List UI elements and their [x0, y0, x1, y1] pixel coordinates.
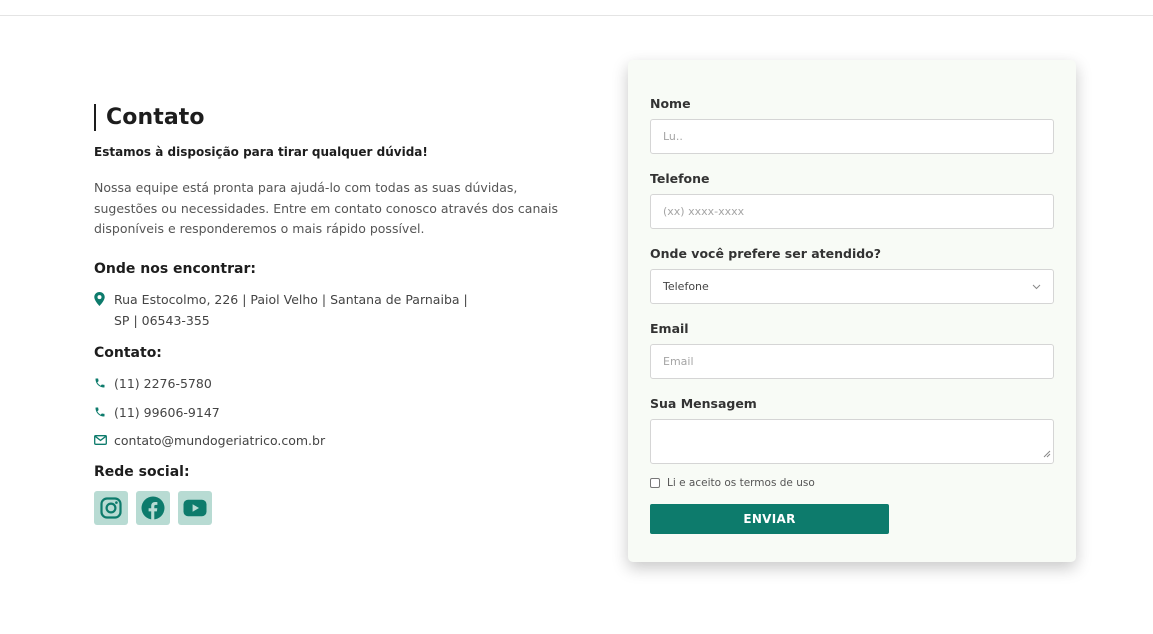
phone-text-2[interactable]: (11) 99606-9147 — [114, 402, 220, 423]
contact-form: Nome Lu.. Telefone (xx) xxxx-xxxx Onde v… — [650, 96, 1054, 534]
terms-label[interactable]: Li e aceito os termos de uso — [667, 477, 815, 489]
contact-info: Contato Estamos à disposição para tirar … — [94, 104, 574, 525]
phone-text-1[interactable]: (11) 2276-5780 — [114, 373, 212, 394]
youtube-link[interactable] — [178, 490, 212, 525]
message-textarea[interactable] — [650, 419, 1054, 464]
email-input[interactable]: Email — [650, 344, 1054, 379]
contact-subtitle: Estamos à disposição para tirar qualquer… — [94, 145, 428, 159]
page-title: Contato — [94, 104, 574, 131]
find-us-heading: Onde nos encontrar: — [94, 260, 256, 277]
facebook-icon — [141, 496, 165, 520]
submit-button[interactable]: ENVIAR — [650, 504, 889, 534]
social-heading: Rede social: — [94, 463, 190, 480]
address-row: Rua Estocolmo, 226 | Paiol Velho | Santa… — [94, 289, 474, 331]
contact-description: Nossa equipe está pronta para ajudá-lo c… — [94, 180, 559, 236]
social-links — [94, 490, 574, 525]
chevron-down-icon — [1032, 284, 1041, 290]
phone-icon — [94, 402, 114, 423]
name-input[interactable]: Lu.. — [650, 119, 1054, 154]
address-text: Rua Estocolmo, 226 | Paiol Velho | Santa… — [114, 291, 468, 328]
map-pin-icon — [94, 289, 114, 310]
instagram-icon — [100, 496, 122, 519]
terms-row: Li e aceito os termos de uso — [650, 477, 1054, 489]
resize-grip-icon[interactable] — [1043, 448, 1051, 461]
facebook-link[interactable] — [136, 490, 170, 525]
youtube-icon — [183, 499, 207, 517]
preference-selected-value: Telefone — [663, 280, 709, 293]
envelope-icon — [94, 430, 114, 451]
header-divider — [0, 15, 1153, 16]
contact-heading: Contato: — [94, 344, 162, 361]
phone-label: Telefone — [650, 171, 710, 186]
email-label: Email — [650, 321, 689, 336]
name-label: Nome — [650, 96, 691, 111]
email-text[interactable]: contato@mundogeriatrico.com.br — [114, 430, 325, 451]
message-label: Sua Mensagem — [650, 396, 757, 411]
phone-icon — [94, 373, 114, 394]
contact-form-card: Nome Lu.. Telefone (xx) xxxx-xxxx Onde v… — [628, 60, 1076, 562]
preference-label: Onde você prefere ser atendido? — [650, 246, 882, 261]
phone-input[interactable]: (xx) xxxx-xxxx — [650, 194, 1054, 229]
instagram-link[interactable] — [94, 490, 128, 525]
preference-select[interactable]: Telefone — [650, 269, 1054, 304]
phone-row-1[interactable]: (11) 2276-5780 — [94, 373, 574, 394]
terms-checkbox[interactable] — [650, 478, 660, 488]
email-row[interactable]: contato@mundogeriatrico.com.br — [94, 430, 574, 451]
phone-row-2[interactable]: (11) 99606-9147 — [94, 402, 574, 423]
